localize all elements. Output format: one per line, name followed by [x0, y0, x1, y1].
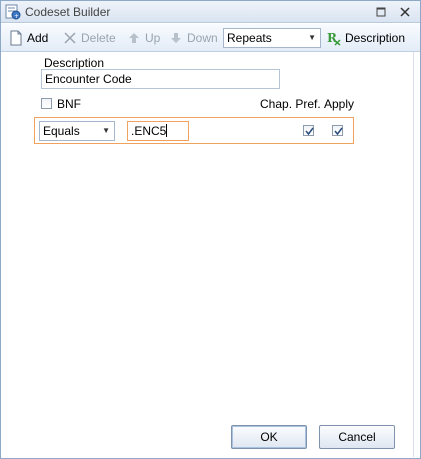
window-title: Codeset Builder — [25, 5, 111, 19]
ok-button[interactable]: OK — [231, 425, 307, 449]
add-button[interactable]: Add — [9, 30, 53, 46]
toolbar: Add Delete Up Down Repeats ▼ R Descripti… — [1, 24, 420, 52]
code-input[interactable]: .ENC5 — [127, 121, 189, 141]
chap-pref-header: Chap. Pref. — [260, 97, 321, 111]
description-label: Description — [44, 56, 105, 70]
condition-row: Equals ▼ .ENC5 — [34, 117, 354, 144]
arrow-up-icon — [127, 30, 141, 46]
repeats-dropdown-value: Repeats — [227, 31, 272, 45]
code-input-value: .ENC5 — [131, 124, 167, 138]
codeset-builder-window: + Codeset Builder Add Delete Up Down Rep… — [0, 0, 421, 459]
chevron-down-icon: ▼ — [308, 33, 316, 42]
arrow-down-icon — [169, 30, 183, 46]
rx-icon: R — [327, 30, 341, 46]
right-border-strip — [413, 52, 414, 457]
apply-header: Apply — [324, 97, 355, 111]
minimize-icon[interactable] — [373, 4, 389, 20]
chevron-down-icon: ▼ — [102, 126, 110, 135]
cancel-button[interactable]: Cancel — [319, 425, 395, 449]
description-field[interactable]: Encounter Code — [41, 69, 280, 89]
codeset-app-icon: + — [5, 4, 21, 20]
text-caret — [166, 124, 168, 137]
operator-dropdown-value: Equals — [43, 124, 80, 138]
up-button[interactable]: Up — [127, 30, 163, 46]
down-button[interactable]: Down — [169, 30, 221, 46]
title-bar[interactable]: + Codeset Builder — [1, 1, 420, 23]
new-document-icon — [9, 30, 23, 46]
bnf-checkbox[interactable] — [41, 98, 52, 109]
delete-button[interactable]: Delete — [63, 30, 119, 46]
checkmark-icon — [305, 127, 314, 136]
cancel-button-label: Cancel — [338, 430, 376, 444]
chap-pref-checkbox[interactable] — [303, 125, 314, 136]
operator-dropdown[interactable]: Equals ▼ — [39, 121, 115, 141]
close-icon[interactable] — [397, 4, 413, 20]
checkmark-icon — [334, 127, 343, 136]
svg-text:+: + — [14, 13, 19, 20]
ok-button-label: OK — [260, 430, 278, 444]
delete-x-icon — [63, 30, 77, 46]
repeats-dropdown[interactable]: Repeats ▼ — [223, 28, 321, 48]
description-button[interactable]: R Description — [327, 30, 413, 46]
bnf-label: BNF — [57, 97, 81, 111]
description-field-value: Encounter Code — [45, 72, 132, 86]
apply-checkbox[interactable] — [332, 125, 343, 136]
